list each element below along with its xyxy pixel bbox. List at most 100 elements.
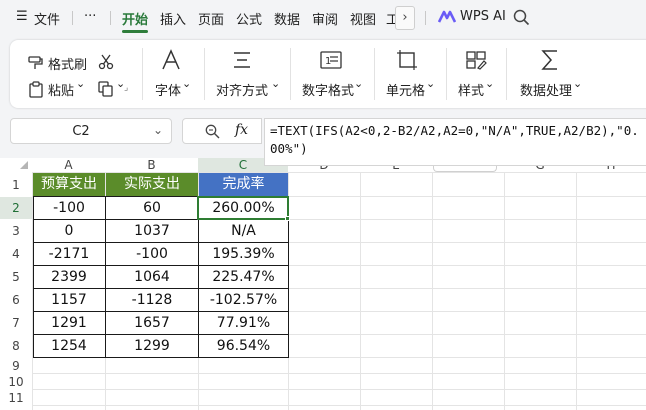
format-painter-icon[interactable] (28, 55, 44, 75)
wps-ai-label[interactable]: WPS AI (460, 9, 506, 24)
cell-c3[interactable]: N/A (199, 220, 288, 242)
cell-a8[interactable]: 1254 (33, 335, 105, 357)
number-format-dropdown-icon[interactable]: ⌄ (354, 77, 363, 90)
name-box[interactable]: C2 ⌄ (10, 118, 172, 144)
cell-c8[interactable]: 96.54% (199, 335, 288, 357)
alignment-dropdown-icon[interactable]: ⌄ (271, 77, 280, 90)
search-icon[interactable] (513, 9, 530, 30)
fill-handle[interactable] (285, 216, 290, 221)
row-header-2[interactable]: 2 (0, 197, 32, 219)
row-header-5[interactable]: 5 (0, 266, 32, 288)
zoom-icon[interactable] (205, 124, 220, 143)
ribbon-area: 格式刷 粘贴 ⌄ ⌄ ⌟ 字体 ⌄ 对齐方式 ⌄ 1 数字格式 ⌄ 单元格 ⌄ … (0, 36, 646, 112)
header-budget-expense[interactable]: 预算支出 (33, 173, 105, 196)
row-header-9[interactable]: 9 (0, 358, 32, 374)
number-format-icon[interactable]: 1 (320, 50, 342, 74)
cell-b4[interactable]: -100 (106, 243, 198, 265)
cell-b3[interactable]: 1037 (106, 220, 198, 242)
cell-b6[interactable]: -1128 (106, 289, 198, 311)
table-border (105, 196, 106, 358)
spreadsheet-grid: ⌃ A B C D E F G H 1 2 3 4 5 6 7 8 9 10 1… (0, 158, 646, 410)
cell-c5[interactable]: 225.47% (199, 266, 288, 288)
font-icon[interactable] (160, 49, 182, 75)
table-border (33, 357, 289, 358)
hamburger-icon[interactable]: ☰ (16, 9, 28, 24)
tab-tools-partial[interactable]: 工 (386, 9, 395, 28)
wps-ai-icon[interactable] (437, 10, 457, 28)
cell-b8[interactable]: 1299 (106, 335, 198, 357)
style-dropdown-icon[interactable]: ⌄ (485, 77, 494, 90)
alignment-button[interactable]: 对齐方式 (216, 80, 268, 99)
cell-button[interactable]: 单元格 (386, 80, 425, 99)
cell-a2[interactable]: -100 (33, 197, 105, 219)
chevron-down-icon[interactable]: ⌄ (153, 123, 163, 137)
align-icon[interactable] (232, 50, 252, 74)
column-header-a[interactable]: A (32, 158, 105, 172)
menu-divider (425, 11, 426, 25)
cell-c4[interactable]: 195.39% (199, 243, 288, 265)
row-header-10[interactable]: 10 (0, 374, 32, 390)
tabs-more-button[interactable]: › (395, 6, 415, 30)
tab-view[interactable]: 视图 (350, 9, 376, 28)
fx-icon[interactable]: fx (235, 122, 248, 138)
ribbon-divider (290, 48, 291, 100)
row-header-7[interactable]: 7 (0, 312, 32, 334)
cell-b2[interactable]: 60 (106, 197, 198, 219)
paste-icon[interactable] (28, 81, 44, 102)
style-icon[interactable] (466, 50, 488, 74)
function-tools: fx (182, 118, 262, 144)
paste-dropdown-icon[interactable]: ⌄ (76, 77, 85, 90)
row-header-8[interactable]: 8 (0, 335, 32, 357)
tab-data[interactable]: 数据 (274, 9, 300, 28)
row-header-6[interactable]: 6 (0, 289, 32, 311)
style-button[interactable]: 样式 (458, 80, 484, 99)
column-header-b[interactable]: B (105, 158, 198, 172)
cell-a3[interactable]: 0 (33, 220, 105, 242)
header-actual-expense[interactable]: 实际支出 (106, 173, 198, 196)
formula-input[interactable]: =TEXT(IFS(A2<0,2-B2/A2,A2=0,"N/A",TRUE,A… (264, 118, 646, 166)
table-border (33, 334, 289, 335)
cell-c6[interactable]: -102.57% (199, 289, 288, 311)
ribbon-divider (204, 48, 205, 100)
cell-b7[interactable]: 1657 (106, 312, 198, 334)
header-completion-rate[interactable]: 完成率 (199, 173, 288, 196)
gridline (432, 172, 433, 410)
select-all-corner[interactable] (20, 161, 28, 169)
row-header-4[interactable]: 4 (0, 243, 32, 265)
cut-icon[interactable] (98, 54, 114, 74)
tab-page[interactable]: 页面 (198, 9, 224, 28)
sum-icon[interactable] (540, 49, 560, 75)
tab-review[interactable]: 审阅 (312, 9, 338, 28)
tab-home[interactable]: 开始 (122, 9, 148, 28)
data-process-button[interactable]: 数据处理 (520, 80, 572, 99)
tab-insert[interactable]: 插入 (160, 9, 186, 28)
cell-a4[interactable]: -2171 (33, 243, 105, 265)
number-format-button[interactable]: 数字格式 (302, 80, 354, 99)
gridline (576, 172, 577, 410)
row-header-11[interactable]: 11 (0, 390, 32, 406)
cell-dropdown-icon[interactable]: ⌄ (426, 77, 435, 90)
menu-file[interactable]: 文件 (34, 9, 60, 28)
font-dropdown-icon[interactable]: ⌄ (182, 77, 191, 90)
ribbon-divider (374, 48, 375, 100)
cell-b5[interactable]: 1064 (106, 266, 198, 288)
tab-formula[interactable]: 公式 (236, 9, 262, 28)
formula-bar: C2 ⌄ fx =TEXT(IFS(A2<0,2-B2/A2,A2=0,"N/A… (0, 112, 646, 166)
cell-c7[interactable]: 77.91% (199, 312, 288, 334)
copy-icon[interactable] (98, 81, 114, 101)
cell-a6[interactable]: 1157 (33, 289, 105, 311)
name-box-value: C2 (72, 124, 90, 139)
cell-a7[interactable]: 1291 (33, 312, 105, 334)
cell-a5[interactable]: 2399 (33, 266, 105, 288)
font-button[interactable]: 字体 (155, 80, 181, 99)
cell-selection-outline (197, 196, 289, 220)
row-header-3[interactable]: 3 (0, 220, 32, 242)
format-painter-button[interactable]: 格式刷 (48, 54, 87, 73)
active-tab-indicator (122, 30, 148, 33)
data-process-dropdown-icon[interactable]: ⌄ (573, 77, 582, 90)
group-expand-icon[interactable]: ⌟ (124, 83, 128, 93)
row-header-1[interactable]: 1 (0, 174, 32, 196)
cell-icon[interactable] (397, 50, 417, 74)
more-menu-icon[interactable]: ··· (84, 9, 96, 24)
paste-button[interactable]: 粘贴 (48, 80, 74, 99)
